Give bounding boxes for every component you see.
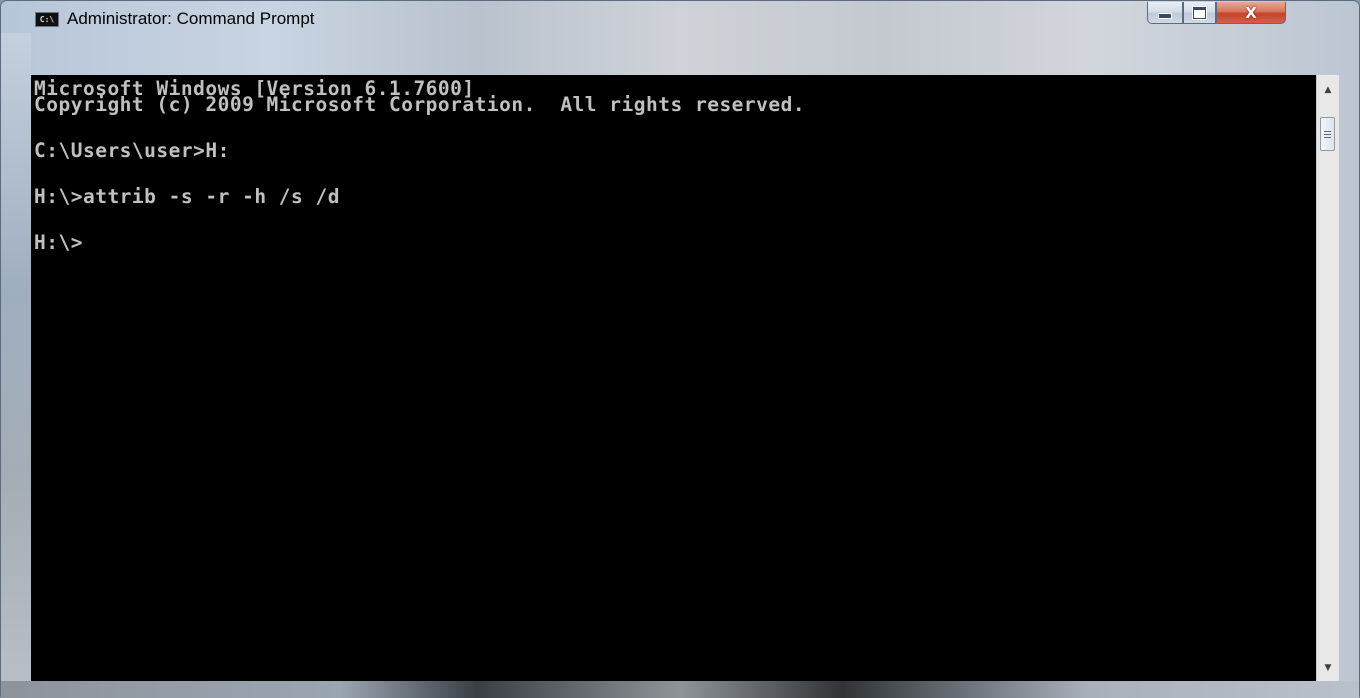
caption-buttons: X [1147,2,1341,26]
title-bar[interactable]: C:\ Administrator: Command Prompt X [1,1,1359,33]
cmd-icon[interactable]: C:\ [35,12,59,27]
window-frame-bottom [1,681,1359,698]
window-title: Administrator: Command Prompt [67,9,315,28]
console-line: C:\Users\user>H: [34,139,230,162]
close-icon: X [1245,3,1257,22]
close-button[interactable]: X [1216,2,1286,24]
window-frame-left [1,33,31,681]
scroll-down-button[interactable]: ▼ [1317,657,1339,679]
scroll-thumb[interactable] [1320,117,1335,151]
console-line: H:\>attrib -s -r -h /s /d [34,185,340,208]
console-prompt: H:\> [34,231,83,254]
vertical-scrollbar[interactable]: ▲ ▼ [1316,75,1339,681]
grip-icon [1324,130,1331,138]
maximize-button[interactable] [1183,2,1216,24]
arrow-up-icon: ▲ [1324,85,1332,95]
scroll-up-button[interactable]: ▲ [1317,79,1339,101]
window-frame-top [31,33,1339,75]
console-text: Microsoft Windows [Version 6.1.7600] Cop… [34,79,806,253]
minimize-button[interactable] [1147,2,1183,24]
console-prompt-line: H:\> [34,233,805,253]
arrow-down-icon: ▼ [1324,663,1332,673]
minimize-icon [1158,13,1172,19]
maximize-icon [1193,6,1206,19]
console-line: Copyright (c) 2009 Microsoft Corporation… [34,93,806,116]
console-output[interactable]: Microsoft Windows [Version 6.1.7600] Cop… [31,75,1316,681]
command-prompt-window: C:\ Administrator: Command Prompt X Micr… [0,0,1360,698]
